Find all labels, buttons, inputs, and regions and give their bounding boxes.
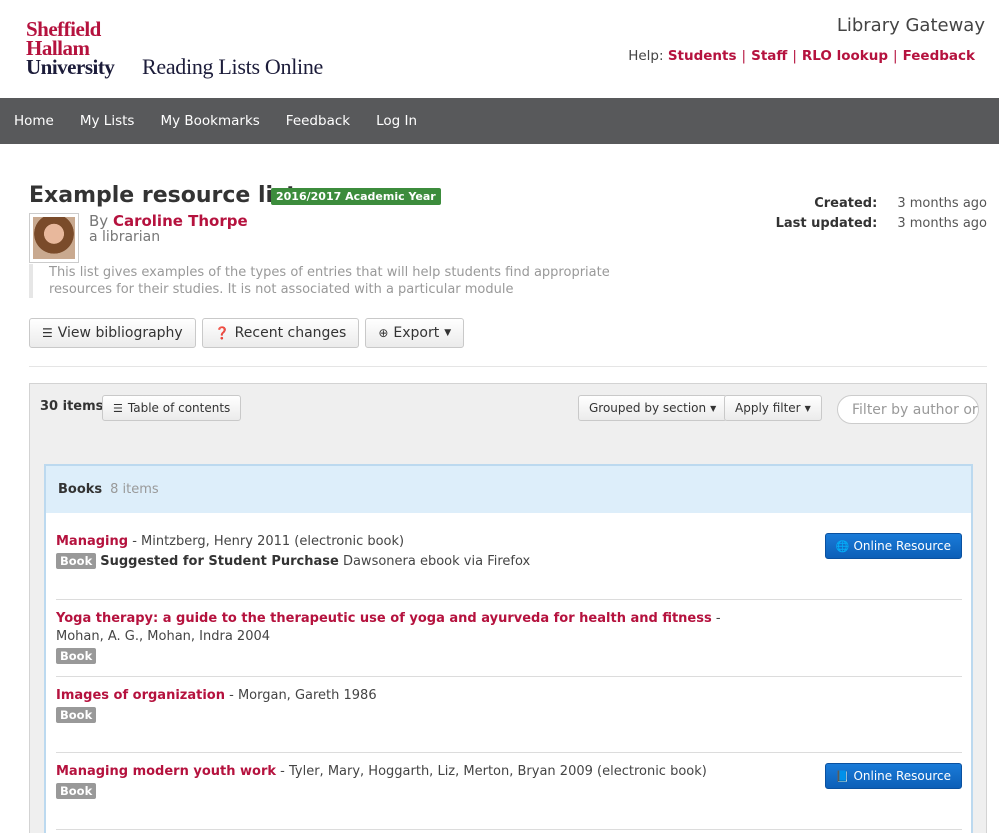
nav-home[interactable]: Home bbox=[14, 113, 54, 129]
item-divider bbox=[56, 676, 962, 677]
caret-down-icon: ▼ bbox=[710, 403, 717, 413]
item-citation: Yoga therapy: a guide to the therapeutic… bbox=[56, 610, 736, 646]
created-label: Created: bbox=[814, 195, 878, 211]
list-item: Managing modern youth work - Tyler, Mary… bbox=[56, 763, 962, 800]
online-resource-label: Online Resource bbox=[853, 539, 951, 553]
book-icon: 📘 bbox=[835, 769, 850, 783]
item-citation: Managing modern youth work - Tyler, Mary… bbox=[56, 763, 736, 781]
grouped-label: Grouped by section bbox=[589, 401, 707, 415]
recent-changes-label: Recent changes bbox=[234, 325, 347, 341]
online-resource-button[interactable]: 📘 Online Resource bbox=[824, 763, 962, 789]
question-circle-icon: ❓ bbox=[214, 326, 230, 340]
divider bbox=[29, 366, 987, 367]
filter-input[interactable] bbox=[837, 395, 979, 424]
globe-icon: 🌐 bbox=[835, 539, 850, 553]
item-divider bbox=[56, 829, 962, 830]
separator: | bbox=[792, 48, 797, 64]
help-rlo-lookup-link[interactable]: RLO lookup bbox=[802, 48, 888, 64]
nav-feedback[interactable]: Feedback bbox=[286, 113, 350, 129]
created-row: Created: 3 months ago bbox=[776, 193, 987, 213]
logo-line-3: University bbox=[26, 55, 115, 79]
list-icon: ☰ bbox=[42, 326, 53, 340]
separator: | bbox=[741, 48, 747, 64]
item-tags: Book bbox=[56, 707, 962, 724]
help-label: Help: bbox=[628, 48, 664, 64]
section-books: Books 8 items Managing - Mintzberg, Henr… bbox=[44, 464, 973, 833]
created-value: 3 months ago bbox=[897, 195, 987, 211]
site-header: Sheffield Hallam University Reading List… bbox=[0, 0, 999, 98]
table-of-contents-button[interactable]: ☰ Table of contents bbox=[102, 395, 242, 421]
item-title-link[interactable]: Managing bbox=[56, 534, 128, 549]
separator: | bbox=[893, 48, 898, 64]
item-title-link[interactable]: Images of organization bbox=[56, 688, 225, 703]
site-subtitle[interactable]: Reading Lists Online bbox=[142, 54, 323, 80]
online-resource-label: Online Resource bbox=[853, 769, 951, 783]
help-staff-link[interactable]: Staff bbox=[751, 48, 787, 64]
resource-type-badge: Book bbox=[56, 707, 97, 723]
suggestion-label: Suggested for Student Purchase bbox=[100, 554, 339, 569]
export-button[interactable]: ⊕ Export ▼ bbox=[365, 318, 465, 348]
online-resource-button[interactable]: 🌐 Online Resource bbox=[824, 533, 962, 559]
item-divider bbox=[56, 752, 962, 753]
item-tags: Book bbox=[56, 648, 962, 665]
caret-down-icon: ▼ bbox=[804, 403, 811, 413]
item-details: - Mintzberg, Henry 2011 (electronic book… bbox=[128, 534, 405, 549]
section-header[interactable]: Books 8 items bbox=[46, 466, 971, 513]
updated-row: Last updated: 3 months ago bbox=[776, 213, 987, 233]
help-bar: Help: Students | Staff | RLO lookup | Feedback bbox=[628, 48, 975, 64]
section-title: Books bbox=[58, 482, 103, 497]
author-line: By Caroline Thorpe bbox=[89, 212, 248, 230]
avatar-image bbox=[33, 217, 75, 259]
toc-label: Table of contents bbox=[127, 401, 231, 415]
resource-type-badge: Book bbox=[56, 553, 97, 569]
export-label: Export bbox=[393, 325, 440, 341]
list-meta: Created: 3 months ago Last updated: 3 mo… bbox=[776, 193, 987, 233]
main-nav: Home My Lists My Bookmarks Feedback Log … bbox=[0, 98, 999, 144]
by-label: By bbox=[89, 212, 109, 230]
help-students-link[interactable]: Students bbox=[668, 48, 737, 64]
list-actions: ☰ View bibliography ❓ Recent changes ⊕ E… bbox=[29, 318, 470, 348]
view-bibliography-button[interactable]: ☰ View bibliography bbox=[29, 318, 196, 348]
resource-type-badge: Book bbox=[56, 783, 97, 799]
item-details: - Morgan, Gareth 1986 bbox=[224, 688, 377, 703]
download-circle-icon: ⊕ bbox=[378, 326, 389, 340]
item-title-link[interactable]: Managing modern youth work bbox=[56, 764, 276, 779]
list-title: Example resource list bbox=[29, 183, 297, 208]
nav-log-in[interactable]: Log In bbox=[376, 113, 417, 129]
list-item: Managing - Mintzberg, Henry 2011 (electr… bbox=[56, 533, 962, 570]
updated-label: Last updated: bbox=[775, 215, 878, 231]
grouped-by-section-dropdown[interactable]: Grouped by section ▼ bbox=[578, 395, 728, 421]
item-citation: Images of organization - Morgan, Gareth … bbox=[56, 687, 736, 705]
updated-value: 3 months ago bbox=[897, 215, 987, 231]
list-item: Yoga therapy: a guide to the therapeutic… bbox=[56, 610, 962, 665]
list-item: Images of organization - Morgan, Gareth … bbox=[56, 687, 962, 724]
resource-type-badge: Book bbox=[56, 648, 97, 664]
nav-my-bookmarks[interactable]: My Bookmarks bbox=[160, 113, 259, 129]
item-citation: Managing - Mintzberg, Henry 2011 (electr… bbox=[56, 533, 736, 551]
author-link[interactable]: Caroline Thorpe bbox=[113, 212, 248, 230]
caret-down-icon: ▼ bbox=[444, 328, 452, 338]
section-count: 8 items bbox=[110, 482, 159, 497]
filter-label: Apply filter bbox=[735, 401, 801, 415]
items-panel: 30 items ☰ Table of contents Grouped by … bbox=[29, 383, 987, 833]
items-count: 30 items bbox=[40, 399, 104, 414]
library-gateway-link[interactable]: Library Gateway bbox=[837, 15, 985, 36]
list-description: This list gives examples of the types of… bbox=[29, 264, 669, 298]
avatar[interactable] bbox=[29, 213, 79, 263]
item-title-link[interactable]: Yoga therapy: a guide to the therapeutic… bbox=[56, 611, 712, 626]
item-details: - Tyler, Mary, Hoggarth, Liz, Merton, Br… bbox=[276, 764, 707, 779]
list-icon: ☰ bbox=[113, 401, 123, 415]
help-feedback-link[interactable]: Feedback bbox=[903, 48, 975, 64]
academic-year-badge: 2016/2017 Academic Year bbox=[271, 188, 441, 205]
nav-my-lists[interactable]: My Lists bbox=[80, 113, 135, 129]
item-note: Dawsonera ebook via Firefox bbox=[338, 554, 531, 569]
apply-filter-dropdown[interactable]: Apply filter ▼ bbox=[724, 395, 822, 421]
item-divider bbox=[56, 599, 962, 600]
university-logo[interactable]: Sheffield Hallam University bbox=[26, 19, 136, 79]
recent-changes-button[interactable]: ❓ Recent changes bbox=[201, 318, 360, 348]
author-role: a librarian bbox=[89, 229, 161, 245]
view-bibliography-label: View bibliography bbox=[57, 325, 183, 341]
